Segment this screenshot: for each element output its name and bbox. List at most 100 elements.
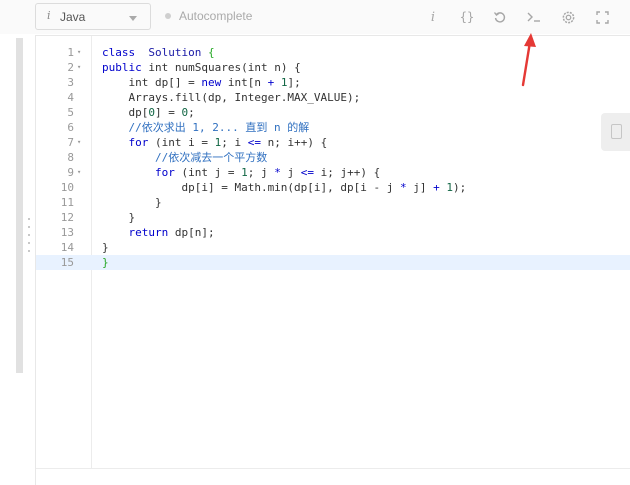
code-token: i; j++) { xyxy=(313,166,381,179)
editor-toolbar: i Java Autocomplete i {} xyxy=(0,0,630,34)
code-line[interactable]: 10 dp[i] = Math.min(dp[i], dp[i - j * j]… xyxy=(36,180,630,195)
code-token: ]; xyxy=(287,76,301,89)
code-text: public int numSquares(int n) { xyxy=(102,60,301,75)
code-line[interactable]: 12 } xyxy=(36,210,630,225)
code-line[interactable]: 8 //依次减去一个平方数 xyxy=(36,150,630,165)
code-token: int[n xyxy=(221,76,268,89)
code-text: return dp[n]; xyxy=(102,225,215,240)
code-token: Arrays.fill(dp, Integer.MAX_VALUE); xyxy=(102,91,361,104)
code-line[interactable]: 4 Arrays.fill(dp, Integer.MAX_VALUE); xyxy=(36,90,630,105)
code-token: public xyxy=(102,61,142,74)
code-line[interactable]: 9 ▾ for (int j = 1; j * j <= i; j++) { xyxy=(36,165,630,180)
code-text: } xyxy=(102,210,135,225)
code-line[interactable]: 14} xyxy=(36,240,630,255)
code-text: for (int j = 1; j * j <= i; j++) { xyxy=(102,165,380,180)
code-text: int dp[] = new int[n + 1]; xyxy=(102,75,301,90)
braces-icon[interactable]: {} xyxy=(456,6,478,28)
reset-icon[interactable] xyxy=(489,6,511,28)
code-line[interactable]: 5 dp[0] = 0; xyxy=(36,105,630,120)
code-line[interactable]: 11 } xyxy=(36,195,630,210)
code-token: ; xyxy=(188,106,195,119)
fold-arrow-icon[interactable]: ▾ xyxy=(77,45,81,60)
info-icon[interactable]: i xyxy=(422,6,444,28)
code-text: } xyxy=(102,255,109,270)
line-number: 14 xyxy=(60,241,74,254)
code-token: ; j xyxy=(247,166,275,179)
autocomplete-status-dot xyxy=(165,13,171,19)
resize-handle[interactable] xyxy=(28,218,32,263)
code-token: ); xyxy=(453,181,467,194)
code-token: } xyxy=(102,256,109,269)
console-icon[interactable] xyxy=(523,6,545,28)
code-token: { xyxy=(207,46,215,59)
line-number: 13 xyxy=(60,226,74,239)
code-line[interactable]: 6 //依次求出 1, 2... 直到 n 的解 xyxy=(36,120,630,135)
code-line[interactable]: 3 int dp[] = new int[n + 1]; xyxy=(36,75,630,90)
document-icon xyxy=(611,124,622,139)
code-token: j xyxy=(280,166,301,179)
line-number: 5 xyxy=(67,106,74,119)
line-number: 10 xyxy=(60,181,74,194)
code-token: class xyxy=(102,46,136,59)
code-token: int dp[] = xyxy=(102,76,202,89)
fold-arrow-icon[interactable]: ▾ xyxy=(77,60,81,75)
code-token: <= xyxy=(247,136,261,149)
code-token: (int j = xyxy=(174,166,242,179)
side-panel-tab[interactable] xyxy=(601,113,630,151)
code-token: * xyxy=(400,181,407,194)
editor-bottom-divider xyxy=(36,468,630,469)
autocomplete-toggle[interactable]: Autocomplete xyxy=(165,9,252,25)
chevron-down-icon xyxy=(129,16,137,21)
fold-arrow-icon[interactable]: ▾ xyxy=(77,165,81,180)
code-token: 1 xyxy=(241,166,248,179)
code-token: return xyxy=(128,226,169,239)
code-text: class Solution { xyxy=(102,45,215,60)
code-line[interactable]: 2 ▾ public int numSquares(int n) { xyxy=(36,60,630,75)
fold-arrow-icon[interactable]: ▾ xyxy=(77,135,81,150)
code-text: //依次减去一个平方数 xyxy=(102,150,267,165)
line-number: 9 xyxy=(67,166,74,179)
code-text: Arrays.fill(dp, Integer.MAX_VALUE); xyxy=(102,90,360,105)
code-line[interactable]: 1 ▾ class Solution { xyxy=(36,45,630,60)
code-token: (int i = xyxy=(148,136,215,149)
code-token: for xyxy=(154,166,175,179)
code-token: dp[ xyxy=(102,106,149,119)
autocomplete-label: Autocomplete xyxy=(179,9,253,23)
line-number: 2 xyxy=(67,61,74,74)
code-text: dp[i] = Math.min(dp[i], dp[i - j * j] + … xyxy=(102,180,466,195)
line-number: 4 xyxy=(67,91,74,104)
fullscreen-icon[interactable] xyxy=(591,6,613,28)
code-token: } xyxy=(102,241,109,254)
code-token: n; i++) { xyxy=(260,136,328,149)
code-text: //依次求出 1, 2... 直到 n 的解 xyxy=(102,120,309,135)
line-number: 6 xyxy=(67,121,74,134)
code-token: new xyxy=(201,76,222,89)
code-token: * xyxy=(274,166,281,179)
line-number: 11 xyxy=(60,196,74,209)
code-token: for xyxy=(128,136,149,149)
code-line[interactable]: 13 return dp[n]; xyxy=(36,225,630,240)
line-number: 15 xyxy=(60,256,74,269)
language-label: Java xyxy=(60,10,86,24)
code-text: dp[0] = 0; xyxy=(102,105,195,120)
code-token: <= xyxy=(300,166,314,179)
code-token: ] = xyxy=(154,106,182,119)
language-select[interactable]: i Java xyxy=(35,3,151,30)
annotation-arrow xyxy=(521,33,536,87)
code-token: Solution xyxy=(148,46,202,59)
left-scrollbar[interactable] xyxy=(16,38,23,373)
code-token: + xyxy=(433,181,440,194)
line-number: 3 xyxy=(67,76,74,89)
code-token: //依次减去一个平方数 xyxy=(102,151,268,164)
settings-icon[interactable] xyxy=(557,6,579,28)
code-line[interactable]: 7 ▾ for (int i = 1; i <= n; i++) { xyxy=(36,135,630,150)
line-number: 1 xyxy=(67,46,74,59)
code-line[interactable]: 15} xyxy=(36,255,630,270)
code-token: 0 xyxy=(148,106,155,119)
code-area[interactable]: 1 ▾ class Solution {2 ▾ public int numSquare… xyxy=(36,45,630,270)
